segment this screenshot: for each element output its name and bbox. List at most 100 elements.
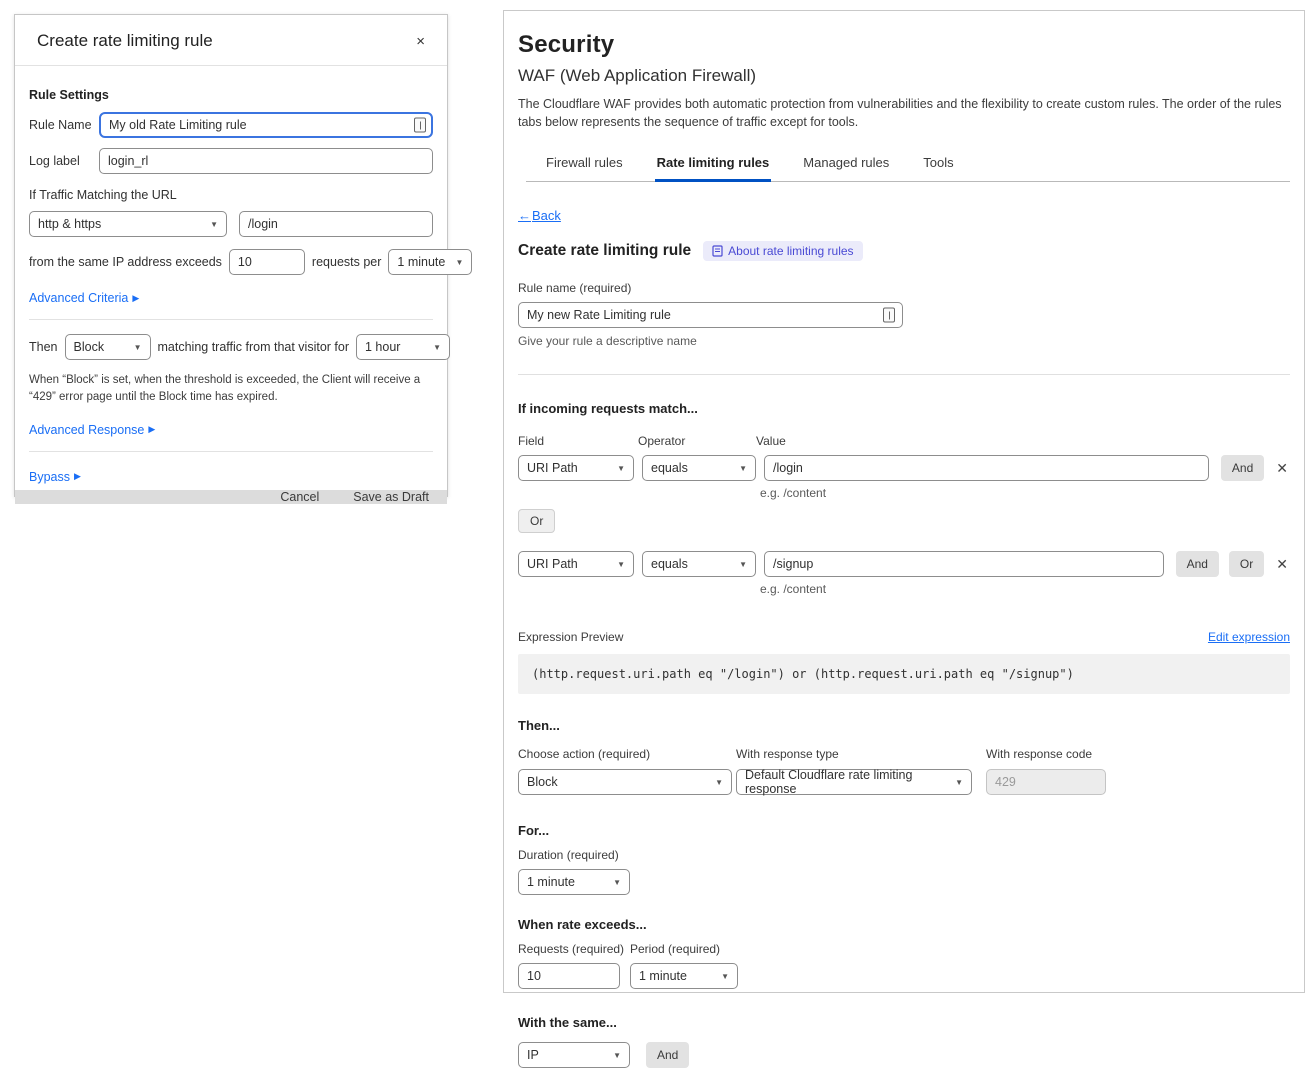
rate-period-value: 1 minute [639,969,687,983]
value-input[interactable] [764,551,1164,577]
threshold-row: from the same IP address exceeds request… [29,249,433,275]
advanced-response-label: Advanced Response [29,423,144,437]
characteristic-value: IP [527,1048,539,1062]
caret-down-icon: ▼ [617,464,625,473]
edit-expression-link[interactable]: Edit expression [1208,630,1290,644]
field-column-label: Field [518,434,638,448]
rule-name-input[interactable] [518,302,903,328]
match-section-title: If incoming requests match... [518,401,1290,416]
field-select[interactable]: URI Path ▼ [518,551,634,577]
chevron-right-icon: ▶ [148,424,155,435]
ban-duration-select[interactable]: 1 hour ▼ [356,334,450,360]
close-icon[interactable]: × [416,33,425,50]
field-select-value: URI Path [527,461,578,475]
and-button[interactable]: And [1176,551,1219,577]
about-badge-label: About rate limiting rules [728,244,853,258]
tab-tools[interactable]: Tools [921,149,955,182]
bypass-label: Bypass [29,470,70,484]
operator-select[interactable]: equals ▼ [642,551,756,577]
and-button[interactable]: And [646,1042,689,1068]
period-select[interactable]: 1 minute ▼ [388,249,472,275]
choose-action-group: Choose action (required) Block ▼ [518,747,736,795]
dialog-header: Create rate limiting rule × [15,15,447,66]
match-row: URI Path ▼ equals ▼ And ✕ [518,455,1290,481]
for-section-title: For... [518,823,1290,838]
duration-select[interactable]: 1 minute ▼ [518,869,630,895]
chevron-right-icon: ▶ [74,471,81,482]
characteristic-select[interactable]: IP ▼ [518,1042,630,1068]
duration-value: 1 minute [527,875,575,889]
choose-action-select[interactable]: Block ▼ [518,769,732,795]
tab-rate-limiting-rules[interactable]: Rate limiting rules [655,149,772,182]
value-column-label: Value [756,434,786,448]
chevron-right-icon: ▶ [132,293,139,304]
field-select[interactable]: URI Path ▼ [518,455,634,481]
then-section: Then... Choose action (required) Block ▼… [518,718,1290,795]
operator-select-value: equals [651,461,688,475]
scheme-select-value: http & https [38,217,101,231]
rule-name-input[interactable] [99,112,433,138]
remove-row-icon[interactable]: ✕ [1274,556,1290,573]
response-type-value: Default Cloudflare rate limiting respons… [745,768,949,796]
rule-name-label: Rule Name [29,118,99,132]
create-rate-limiting-rule-dialog: Create rate limiting rule × Rule Setting… [14,14,448,497]
action-select-value: Block [74,340,105,354]
rule-name-help: Give your rule a descriptive name [518,334,1290,348]
caret-down-icon: ▼ [739,464,747,473]
divider [29,451,433,452]
requests-input[interactable] [518,963,620,989]
response-type-group: With response type Default Cloudflare ra… [736,747,986,795]
rule-name-label: Rule name (required) [518,281,1290,295]
log-label-input-wrap [99,148,433,174]
response-code-input [986,769,1106,795]
match-section: If incoming requests match... Field Oper… [518,401,1290,596]
tab-firewall-rules[interactable]: Firewall rules [544,149,625,182]
response-code-group: With response code [986,747,1106,795]
page-subtitle: WAF (Web Application Firewall) [518,66,1290,86]
value-input[interactable] [764,455,1209,481]
threshold-prefix-label: from the same IP address exceeds [29,255,222,269]
match-row: URI Path ▼ equals ▼ And Or ✕ [518,551,1290,577]
row-actions: And Or ✕ [1176,551,1290,577]
rate-section-title: When rate exceeds... [518,917,1290,932]
operator-select[interactable]: equals ▼ [642,455,756,481]
save-as-draft-button[interactable]: Save as Draft [353,490,429,504]
back-arrow-icon: ← [518,208,531,223]
then-mid-label: matching traffic from that visitor for [158,340,350,354]
rate-period-select[interactable]: 1 minute ▼ [630,963,738,989]
and-button[interactable]: And [1221,455,1264,481]
threshold-input[interactable] [229,249,305,275]
advanced-criteria-link[interactable]: Advanced Criteria ▶ [29,291,139,305]
or-button[interactable]: Or [518,509,555,533]
row-actions: And ✕ [1221,455,1290,481]
action-select[interactable]: Block ▼ [65,334,151,360]
response-type-select[interactable]: Default Cloudflare rate limiting respons… [736,769,972,795]
url-input[interactable] [239,211,433,237]
then-controls: Choose action (required) Block ▼ With re… [518,747,1290,795]
caret-down-icon: ▼ [715,778,723,787]
or-button-row: Or [518,509,1290,533]
log-label-input[interactable] [99,148,433,174]
duration-label: Duration (required) [518,848,1290,862]
response-code-label: With response code [986,747,1106,761]
ban-duration-value: 1 hour [365,340,400,354]
advanced-criteria-label: Advanced Criteria [29,291,128,305]
about-rate-limiting-badge[interactable]: About rate limiting rules [703,241,862,261]
same-section: With the same... IP ▼ And [518,1015,1290,1068]
value-hint: e.g. /content [760,582,1290,596]
then-section-title: Then... [518,718,1290,733]
back-link[interactable]: ←Back [518,208,561,223]
autofill-icon[interactable] [883,308,895,323]
caret-down-icon: ▼ [433,343,441,352]
page-title: Security [518,31,1290,59]
rule-name-group: Rule name (required) Give your rule a de… [518,281,1290,348]
cancel-button[interactable]: Cancel [280,490,319,504]
or-button[interactable]: Or [1229,551,1264,577]
advanced-response-link[interactable]: Advanced Response ▶ [29,423,155,437]
bypass-link[interactable]: Bypass ▶ [29,470,81,484]
scheme-select[interactable]: http & https ▼ [29,211,227,237]
autofill-icon[interactable] [414,118,426,133]
tab-managed-rules[interactable]: Managed rules [801,149,891,182]
caret-down-icon: ▼ [613,1051,621,1060]
remove-row-icon[interactable]: ✕ [1274,460,1290,477]
